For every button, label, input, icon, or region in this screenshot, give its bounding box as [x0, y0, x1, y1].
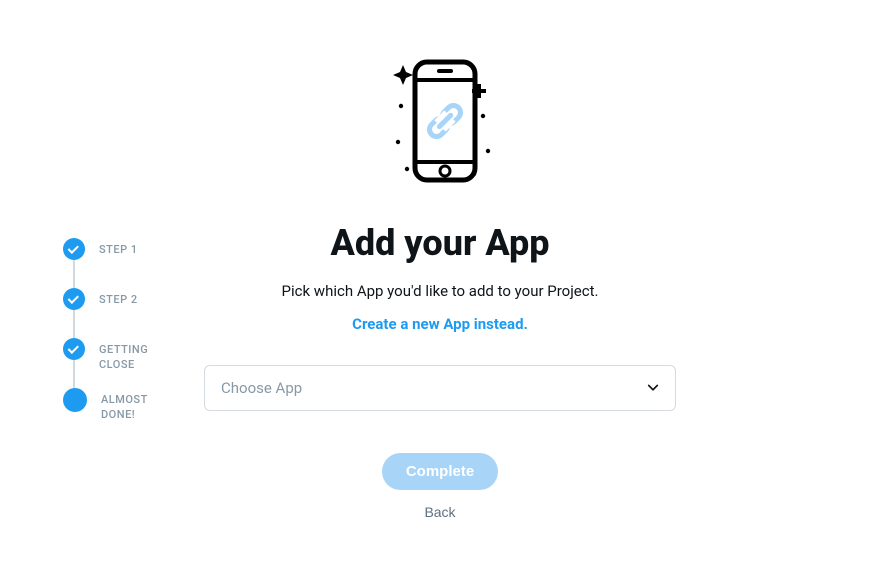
- step-label: GETTING CLOSE: [99, 338, 179, 373]
- page-title: Add your App: [204, 222, 676, 264]
- main-content: Add your App Pick which App you'd like t…: [204, 44, 676, 520]
- step-label: STEP 1: [99, 238, 138, 257]
- step-label: STEP 2: [99, 288, 138, 307]
- create-new-app-link[interactable]: Create a new App instead.: [352, 315, 528, 333]
- step-connector: [73, 360, 75, 388]
- phone-link-illustration: [204, 44, 676, 194]
- step-label: ALMOST DONE!: [101, 388, 181, 423]
- check-icon: [68, 343, 79, 354]
- step-connector: [73, 260, 75, 288]
- select-placeholder: Choose App: [221, 379, 302, 397]
- back-button[interactable]: Back: [424, 504, 455, 520]
- step-circle-done: [63, 288, 85, 310]
- phone-link-icon: [365, 44, 515, 194]
- progress-stepper: STEP 1 STEP 2 GETTING CLOSE ALMOST DONE!: [63, 238, 203, 423]
- complete-button[interactable]: Complete: [382, 453, 498, 490]
- step-item-1: STEP 1: [63, 238, 203, 288]
- choose-app-select[interactable]: Choose App: [204, 365, 676, 411]
- page-subtitle: Pick which App you'd like to add to your…: [204, 282, 676, 300]
- step-circle-current: [63, 388, 87, 412]
- check-icon: [68, 293, 79, 304]
- check-icon: [68, 243, 79, 254]
- step-item-2: STEP 2: [63, 288, 203, 338]
- step-item-4: ALMOST DONE!: [63, 388, 203, 423]
- chevron-down-icon: [647, 382, 659, 394]
- step-item-3: GETTING CLOSE: [63, 338, 203, 388]
- step-circle-done: [63, 338, 85, 360]
- step-connector: [73, 310, 75, 338]
- step-circle-done: [63, 238, 85, 260]
